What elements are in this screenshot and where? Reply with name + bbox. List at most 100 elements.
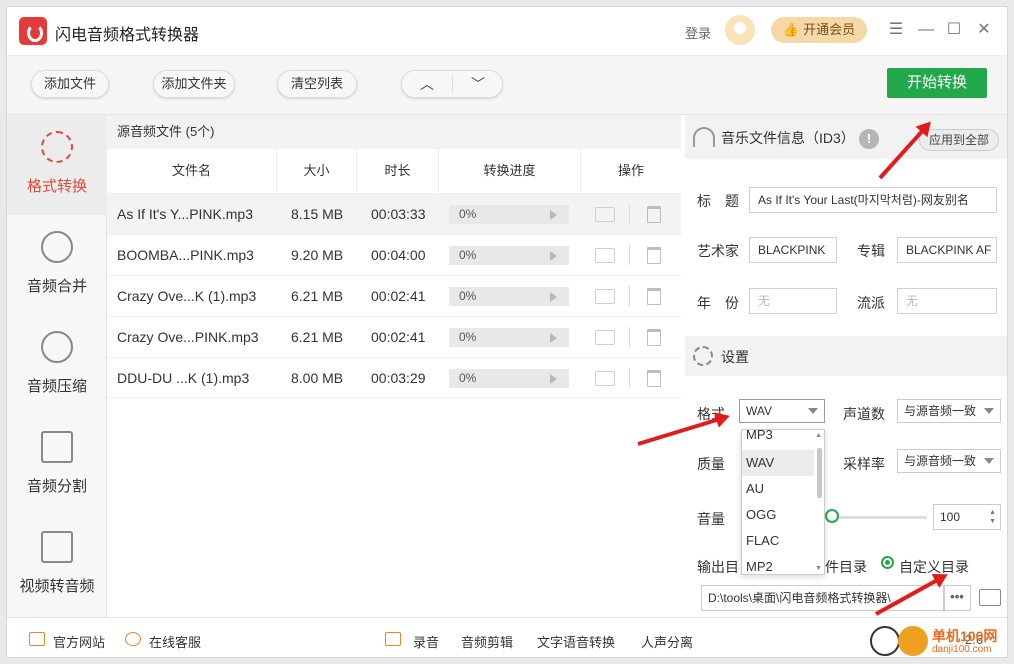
file-name: Crazy Ove...K (1).mp3 — [117, 288, 257, 304]
play-icon[interactable] — [550, 333, 557, 343]
table-header: 文件名 大小 时长 转换进度 操作 — [107, 149, 681, 193]
scroll-down-icon[interactable]: ▼ — [815, 565, 822, 572]
progress-bar: 0% — [449, 246, 569, 265]
channels-label: 声道数 — [843, 406, 885, 422]
folder-icon[interactable] — [595, 330, 615, 345]
folder-icon[interactable] — [595, 207, 615, 222]
avatar[interactable] — [725, 15, 755, 45]
scrollbar[interactable] — [817, 448, 822, 498]
file-size: 9.20 MB — [291, 247, 344, 263]
table-row[interactable]: Crazy Ove...PINK.mp3 6.21 MB 00:02:41 0% — [107, 316, 681, 357]
minimize-button[interactable]: — — [915, 19, 937, 41]
trash-icon[interactable] — [647, 370, 661, 387]
genre-field[interactable]: 无 — [897, 288, 997, 314]
samplerate-select[interactable]: 与源音频一致 — [897, 449, 1001, 473]
format-option[interactable]: FLAC — [742, 528, 814, 554]
vocal-separation-link[interactable]: 人声分离 — [641, 632, 693, 651]
folder-icon[interactable] — [595, 371, 615, 386]
sidebar-item-label: 格式转换 — [26, 178, 87, 195]
trash-icon[interactable] — [647, 329, 661, 346]
format-select[interactable]: WAV — [739, 399, 825, 423]
file-duration: 00:04:00 — [371, 247, 426, 263]
progress-value: 0% — [459, 289, 477, 303]
table-row[interactable]: As If It's Y...PINK.mp3 8.15 MB 00:03:33… — [107, 193, 681, 234]
progress-value: 0% — [459, 248, 477, 262]
volume-slider[interactable] — [831, 516, 927, 519]
spinner-icon[interactable]: ▲ ▼ — [989, 508, 996, 526]
plus-icon — [870, 626, 900, 656]
move-up-button[interactable]: ︿ — [402, 71, 452, 97]
sidebar-item-video-to-audio[interactable]: 视频转音频 — [7, 515, 107, 615]
toolbar: 添加文件 添加文件夹 清空列表 ︿ ﹀ 开始转换 — [7, 55, 1007, 115]
sidebar: 格式转换 音频合并 音频压缩 音频分割 视频转音频 — [7, 115, 107, 617]
volume-stepper[interactable]: 100 ▲ ▼ — [933, 504, 1001, 530]
samplerate-label: 采样率 — [843, 456, 885, 472]
play-icon[interactable] — [550, 210, 557, 220]
sidebar-item-audio-merge[interactable]: 音频合并 — [7, 215, 107, 315]
format-option[interactable]: WAV — [742, 450, 814, 476]
progress-bar: 0% — [449, 369, 569, 388]
vip-button[interactable]: 👍 开通会员 — [771, 17, 867, 43]
trash-icon[interactable] — [647, 247, 661, 264]
trash-icon[interactable] — [647, 206, 661, 223]
file-duration: 00:02:41 — [371, 288, 426, 304]
vip-button-label: 开通会员 — [803, 22, 856, 37]
format-option[interactable]: MP2 — [742, 554, 814, 574]
folder-icon[interactable] — [979, 589, 1001, 606]
add-file-button[interactable]: 添加文件 — [31, 70, 109, 98]
audio-cut-link[interactable]: 音频剪辑 — [461, 632, 513, 651]
sidebar-item-audio-compress[interactable]: 音频压缩 — [7, 315, 107, 415]
table-row[interactable]: BOOMBA...PINK.mp3 9.20 MB 00:04:00 0% — [107, 234, 681, 275]
table-row[interactable]: Crazy Ove...K (1).mp3 6.21 MB 00:02:41 0… — [107, 275, 681, 316]
close-button[interactable]: ✕ — [973, 19, 995, 41]
service-link[interactable]: 在线客服 — [149, 632, 201, 651]
trash-icon[interactable] — [647, 288, 661, 305]
year-field[interactable]: 无 — [749, 288, 837, 314]
format-dropdown: MP3 WAV AU OGG FLAC MP2 ▲ ▼ — [741, 429, 825, 575]
file-duration: 00:03:33 — [371, 206, 426, 222]
channels-select[interactable]: 与源音频一致 — [897, 399, 1001, 423]
table-row[interactable]: DDU-DU ...K (1).mp3 8.00 MB 00:03:29 0% — [107, 357, 681, 398]
artist-field[interactable]: BLACKPINK — [749, 237, 837, 263]
id3-title: 音乐文件信息（ID3） — [721, 130, 855, 146]
menu-icon[interactable]: ☰ — [885, 19, 907, 41]
tts-link[interactable]: 文字语音转换 — [537, 632, 615, 651]
title-bar: 闪电音频格式转换器 登录 👍 开通会员 ☰ — ☐ ✕ — [7, 7, 1007, 55]
progress-value: 0% — [459, 330, 477, 344]
sidebar-item-label: 音频合并 — [26, 278, 87, 295]
browse-button[interactable]: ••• — [943, 585, 971, 611]
play-icon[interactable] — [550, 251, 557, 261]
scroll-up-icon[interactable]: ▲ — [815, 432, 822, 439]
format-option[interactable]: AU — [742, 476, 814, 502]
title-field[interactable]: As If It's Your Last(마지막처럼)-网友别名 — [749, 187, 997, 213]
settings-title: 设置 — [721, 349, 749, 365]
start-convert-button[interactable]: 开始转换 — [887, 68, 987, 98]
format-value: WAV — [746, 404, 772, 418]
format-option[interactable]: MP3 — [742, 430, 814, 448]
website-link[interactable]: 官方网站 — [53, 632, 105, 651]
sidebar-item-label: 音频压缩 — [26, 378, 87, 395]
format-option[interactable]: OGG — [742, 502, 814, 528]
column-header-progress: 转换进度 — [439, 149, 581, 193]
merge-icon — [41, 231, 73, 263]
custom-dir-radio[interactable] — [881, 556, 894, 569]
add-folder-button[interactable]: 添加文件夹 — [153, 70, 235, 98]
folder-icon[interactable] — [595, 248, 615, 263]
login-link[interactable]: 登录 — [685, 23, 711, 42]
play-icon[interactable] — [550, 374, 557, 384]
record-link[interactable]: 录音 — [413, 632, 439, 651]
folder-icon[interactable] — [595, 289, 615, 304]
clear-list-button[interactable]: 清空列表 — [277, 70, 357, 98]
play-icon[interactable] — [550, 292, 557, 302]
chevron-down-icon — [984, 458, 994, 464]
file-name: BOOMBA...PINK.mp3 — [117, 247, 254, 263]
sidebar-item-format-convert[interactable]: 格式转换 — [7, 115, 107, 215]
artist-label: 艺术家 — [697, 243, 739, 259]
volume-slider-handle[interactable] — [825, 509, 839, 523]
move-down-button[interactable]: ﹀ — [453, 71, 503, 97]
maximize-button[interactable]: ☐ — [943, 19, 965, 41]
info-icon[interactable]: ! — [859, 129, 879, 149]
samplerate-value: 与源音频一致 — [904, 454, 977, 468]
sidebar-item-audio-split[interactable]: 音频分割 — [7, 415, 107, 515]
album-field[interactable]: BLACKPINK AF — [897, 237, 997, 263]
